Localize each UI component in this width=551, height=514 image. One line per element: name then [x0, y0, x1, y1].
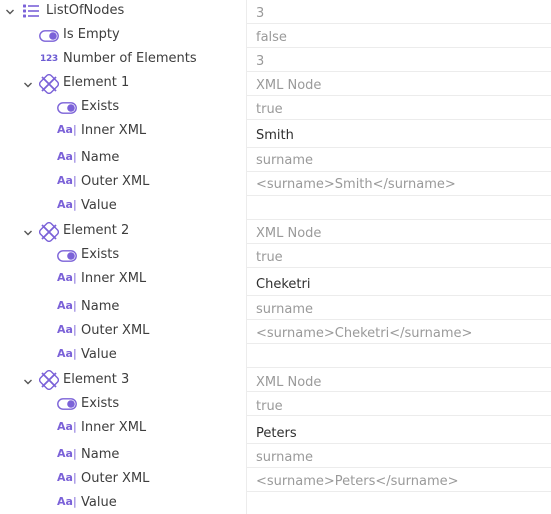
tree-row-inner-xml[interactable]: Aa| Inner XML Smith [0, 120, 551, 148]
toggle-icon [57, 250, 77, 262]
tree-row-element-3[interactable]: Element 3 XML Node [0, 368, 551, 392]
tree-row-label: Inner XML [81, 420, 147, 435]
tree-row-exists[interactable]: Exists true [0, 392, 551, 416]
tree-row-label: Outer XML [81, 471, 150, 486]
tree-row-value: true [256, 399, 283, 414]
text-icon: Aa| [57, 447, 77, 460]
xml-node-icon [39, 370, 59, 390]
xml-node-icon [39, 222, 59, 242]
text-icon: Aa| [57, 198, 77, 211]
tree-row-element-2[interactable]: Element 2 XML Node [0, 220, 551, 244]
tree-row-value: Cheketri [256, 277, 311, 292]
tree-row-inner-xml[interactable]: Aa| Inner XML Cheketri [0, 268, 551, 296]
chevron-down-icon[interactable] [5, 7, 15, 17]
tree-row-value: 3 [256, 6, 265, 21]
tree-row-label: Inner XML [81, 123, 147, 138]
chevron-down-icon[interactable] [23, 228, 33, 238]
tree-row-outer-xml[interactable]: Aa| Outer XML <surname>Smith</surname> [0, 172, 551, 196]
tree-row-value: surname [256, 153, 313, 168]
tree-row-value: XML Node [256, 78, 322, 93]
tree-row-value[interactable]: Aa| Value [0, 492, 551, 514]
tree-row-exists[interactable]: Exists true [0, 96, 551, 120]
tree-row-value: Peters [256, 426, 297, 441]
tree-row-value: XML Node [256, 375, 322, 390]
text-icon: Aa| [57, 174, 77, 187]
tree-row-label: ListOfNodes [46, 3, 125, 18]
tree-row-outer-xml[interactable]: Aa| Outer XML <surname>Cheketri</surname… [0, 320, 551, 344]
tree-row-label: Number of Elements [63, 51, 197, 66]
text-icon: Aa| [57, 420, 77, 433]
tree-row-list-of-nodes[interactable]: ListOfNodes 3 [0, 0, 551, 24]
tree-row-value: false [256, 30, 287, 45]
tree-row-outer-xml[interactable]: Aa| Outer XML <surname>Peters</surname> [0, 468, 551, 492]
xml-node-icon [39, 74, 59, 94]
tree-row-value: <surname>Cheketri</surname> [256, 326, 473, 341]
number-icon: 123 [40, 54, 58, 64]
tree-row-name[interactable]: Aa| Name surname [0, 296, 551, 320]
text-icon: Aa| [57, 299, 77, 312]
text-icon: Aa| [57, 471, 77, 484]
tree-row-label: Element 1 [63, 75, 130, 90]
tree-row-value: 3 [256, 54, 265, 69]
tree-row-label: Element 3 [63, 372, 130, 387]
tree-row-value[interactable]: Aa| Value [0, 344, 551, 368]
toggle-icon [57, 102, 77, 114]
tree-row-value[interactable]: Aa| Value [0, 196, 551, 220]
tree-row-value: <surname>Peters</surname> [256, 474, 459, 489]
tree-row-label: Is Empty [63, 27, 120, 42]
tree-row-element-1[interactable]: Element 1 XML Node [0, 72, 551, 96]
tree-row-value: Smith [256, 128, 294, 143]
tree-row-label: Inner XML [81, 271, 147, 286]
tree-row-label: Value [81, 347, 117, 362]
tree-row-value: surname [256, 450, 313, 465]
tree-row-value: surname [256, 302, 313, 317]
text-icon: Aa| [57, 150, 77, 163]
tree-row-value: true [256, 250, 283, 265]
tree-row-label: Element 2 [63, 223, 130, 238]
tree-row-label: Value [81, 198, 117, 213]
chevron-down-icon[interactable] [23, 80, 33, 90]
toggle-icon [39, 30, 59, 42]
tree-row-value: <surname>Smith</surname> [256, 177, 456, 192]
tree-row-label: Outer XML [81, 174, 150, 189]
tree-row-label: Exists [81, 247, 120, 262]
tree-row-name[interactable]: Aa| Name surname [0, 444, 551, 468]
tree-row-label: Value [81, 495, 117, 510]
tree-row-label: Name [81, 447, 120, 462]
tree-row-label: Outer XML [81, 323, 150, 338]
text-icon: Aa| [57, 271, 77, 284]
text-icon: Aa| [57, 495, 77, 508]
tree-row-label: Exists [81, 396, 120, 411]
tree-row-value: XML Node [256, 226, 322, 241]
tree-row-number-of-elements[interactable]: 123 Number of Elements 3 [0, 48, 551, 72]
list-icon [23, 4, 39, 18]
text-icon: Aa| [57, 323, 77, 336]
toggle-icon [57, 398, 77, 410]
tree-row-name[interactable]: Aa| Name surname [0, 148, 551, 172]
tree-row-label: Name [81, 150, 120, 165]
tree-row-is-empty[interactable]: Is Empty false [0, 24, 551, 48]
tree-row-label: Name [81, 299, 120, 314]
tree-row-value: true [256, 102, 283, 117]
text-icon: Aa| [57, 347, 77, 360]
tree-row-inner-xml[interactable]: Aa| Inner XML Peters [0, 416, 551, 444]
tree-row-label: Exists [81, 99, 120, 114]
chevron-down-icon[interactable] [23, 377, 33, 387]
variable-tree: ListOfNodes 3 Is Empty false 123 Number … [0, 0, 551, 514]
text-icon: Aa| [57, 123, 77, 136]
tree-row-exists[interactable]: Exists true [0, 244, 551, 268]
